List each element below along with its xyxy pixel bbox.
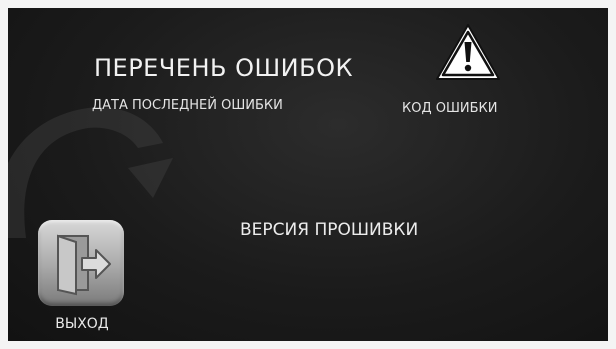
warning-triangle-icon	[436, 24, 500, 80]
error-code-label: КОД ОШИБКИ	[402, 101, 498, 116]
door-exit-icon	[57, 234, 111, 296]
exit-button-label: ВЫХОД	[55, 316, 109, 332]
exit-button[interactable]: ВЫХОД	[34, 220, 130, 338]
last-error-date-label: ДАТА ПОСЛЕДНЕЙ ОШИБКИ	[92, 98, 283, 113]
exit-tile[interactable]	[38, 220, 124, 306]
firmware-version-label: ВЕРСИЯ ПРОШИВКИ	[240, 220, 419, 240]
error-list-screen: ПЕРЕЧЕНЬ ОШИБОК ДАТА ПОСЛЕДНЕЙ ОШИБКИ КО…	[8, 8, 608, 341]
page-title: ПЕРЕЧЕНЬ ОШИБОК	[94, 54, 354, 82]
